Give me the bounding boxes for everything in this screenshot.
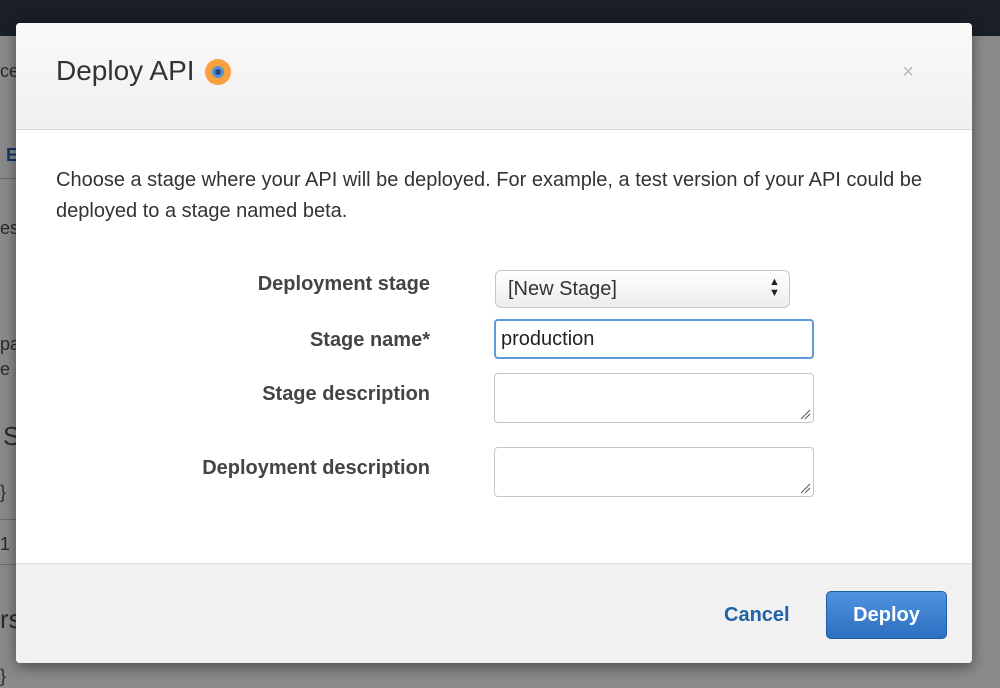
select-arrows-icon: ▲ ▼ [769, 276, 780, 299]
background-divider [0, 519, 16, 520]
close-button[interactable]: × [902, 61, 914, 84]
deployment-description-label: Deployment description [202, 457, 430, 479]
stage-description-textarea[interactable] [494, 373, 814, 423]
resize-grip-icon[interactable] [799, 482, 811, 494]
stage-description-label: Stage description [262, 383, 430, 405]
resize-grip-icon[interactable] [799, 408, 811, 420]
background-text-fragment: 1 [0, 534, 11, 554]
deployment-stage-selected-value: [New Stage] [508, 278, 617, 300]
stage-name-input[interactable]: production [494, 319, 814, 359]
cancel-button[interactable]: Cancel [724, 604, 790, 627]
deployment-stage-select[interactable]: [New Stage] ▲ ▼ [495, 270, 790, 308]
background-divider [0, 178, 16, 179]
deployment-description-textarea[interactable] [494, 447, 814, 497]
dialog-header: Deploy API × [16, 23, 972, 130]
background-divider [0, 564, 16, 565]
stage-name-label: Stage name* [309, 329, 430, 351]
deployment-stage-label: Deployment stage [257, 273, 430, 295]
background-text-fragment: } [0, 666, 7, 686]
deploy-api-dialog: Deploy API × Choose a stage where your A… [16, 23, 972, 663]
dialog-title: Deploy API [56, 55, 231, 87]
info-icon[interactable] [204, 59, 231, 85]
deploy-button[interactable]: Deploy [826, 591, 947, 639]
dialog-body: Choose a stage where your API will be de… [16, 130, 972, 562]
dialog-title-text: Deploy API [56, 55, 195, 86]
intro-text: Choose a stage where your API will be de… [56, 169, 923, 222]
background-text-fragment: } [0, 482, 7, 502]
dialog-footer: Cancel Deploy [16, 563, 972, 663]
